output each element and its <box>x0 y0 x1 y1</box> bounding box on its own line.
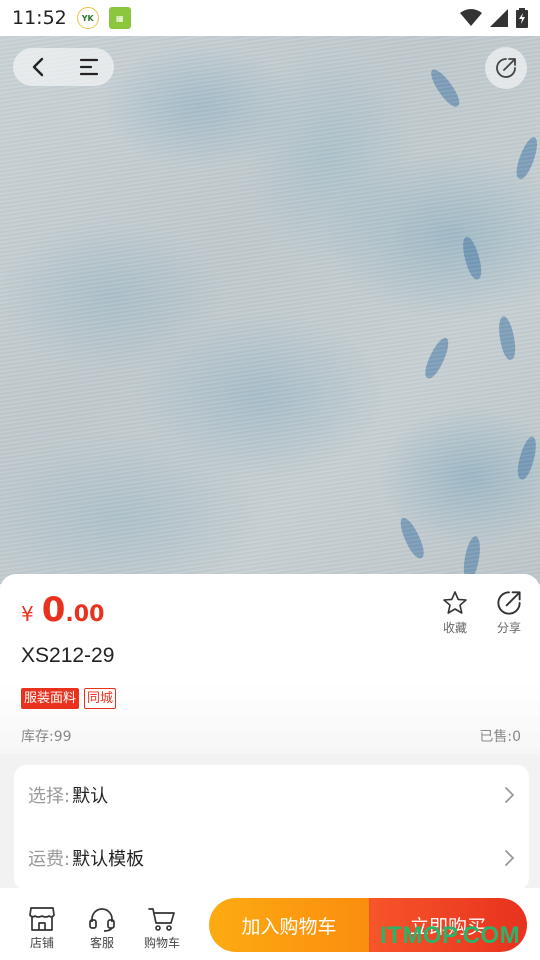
cart-tab[interactable]: 购物车 <box>144 906 180 951</box>
service-tab[interactable]: 客服 <box>88 906 116 951</box>
share-button[interactable]: 分享 <box>496 590 522 636</box>
category-tag: 服装面料 <box>21 688 80 709</box>
local-tag: 同城 <box>84 688 117 709</box>
favorite-label: 收藏 <box>442 621 467 635</box>
select-label: 选择: <box>28 786 71 807</box>
yk-app-icon: YK <box>76 7 99 29</box>
dolphin-pattern <box>459 234 485 282</box>
dolphin-pattern <box>514 434 540 482</box>
select-value: 默认 <box>72 786 109 807</box>
dolphin-pattern <box>512 134 540 182</box>
share-label: 分享 <box>496 621 521 635</box>
currency-symbol: ¥ <box>21 602 34 626</box>
nav-pill <box>13 48 114 86</box>
shipping-label: 运费: <box>28 849 71 870</box>
options-card: 选择: 默认 运费: 默认模板 <box>14 765 529 890</box>
price-integer: 0 <box>41 590 66 630</box>
headset-icon <box>89 908 115 932</box>
dolphin-pattern <box>496 315 518 361</box>
product-name: XS212-29 <box>21 644 115 667</box>
shop-tab[interactable]: 店铺 <box>28 906 56 951</box>
share-icon[interactable] <box>485 47 527 89</box>
shop-label: 店铺 <box>29 936 54 950</box>
battery-icon <box>516 8 528 28</box>
dolphin-pattern <box>396 515 428 561</box>
service-label: 客服 <box>89 936 114 950</box>
chevron-right-icon <box>505 850 515 866</box>
itmop-watermark: ITMOP.COM <box>380 922 521 949</box>
signal-icon <box>490 9 508 27</box>
product-image[interactable] <box>0 36 540 584</box>
stock-count: 库存:99 <box>21 729 72 745</box>
sold-count: 已售:0 <box>479 729 521 745</box>
shipping-value: 默认模板 <box>72 849 145 870</box>
favorite-button[interactable]: 收藏 <box>442 590 468 636</box>
product-tags: 服装面料 同城 <box>21 688 117 709</box>
dolphin-pattern <box>421 335 453 381</box>
status-time: 11:52 <box>12 7 67 29</box>
select-option-row[interactable]: 选择: 默认 <box>14 765 529 825</box>
status-indicators <box>460 8 528 28</box>
green-app-icon: ▦ <box>108 7 131 29</box>
star-icon <box>443 591 467 614</box>
price-decimal: .00 <box>65 602 105 627</box>
dolphin-pattern <box>426 65 464 111</box>
product-price: ¥ 0 .00 <box>21 590 104 630</box>
menu-icon[interactable] <box>73 51 105 83</box>
add-to-cart-button[interactable]: 加入购物车 <box>209 898 369 952</box>
share-icon <box>497 591 521 615</box>
status-bar: 11:52 YK ▦ <box>0 0 540 36</box>
chevron-right-icon <box>505 787 515 803</box>
shop-icon <box>29 907 55 931</box>
back-icon[interactable] <box>22 51 54 83</box>
cart-label: 购物车 <box>144 936 181 950</box>
cart-icon <box>148 908 175 931</box>
shipping-row[interactable]: 运费: 默认模板 <box>14 828 529 888</box>
wifi-icon <box>460 9 482 26</box>
